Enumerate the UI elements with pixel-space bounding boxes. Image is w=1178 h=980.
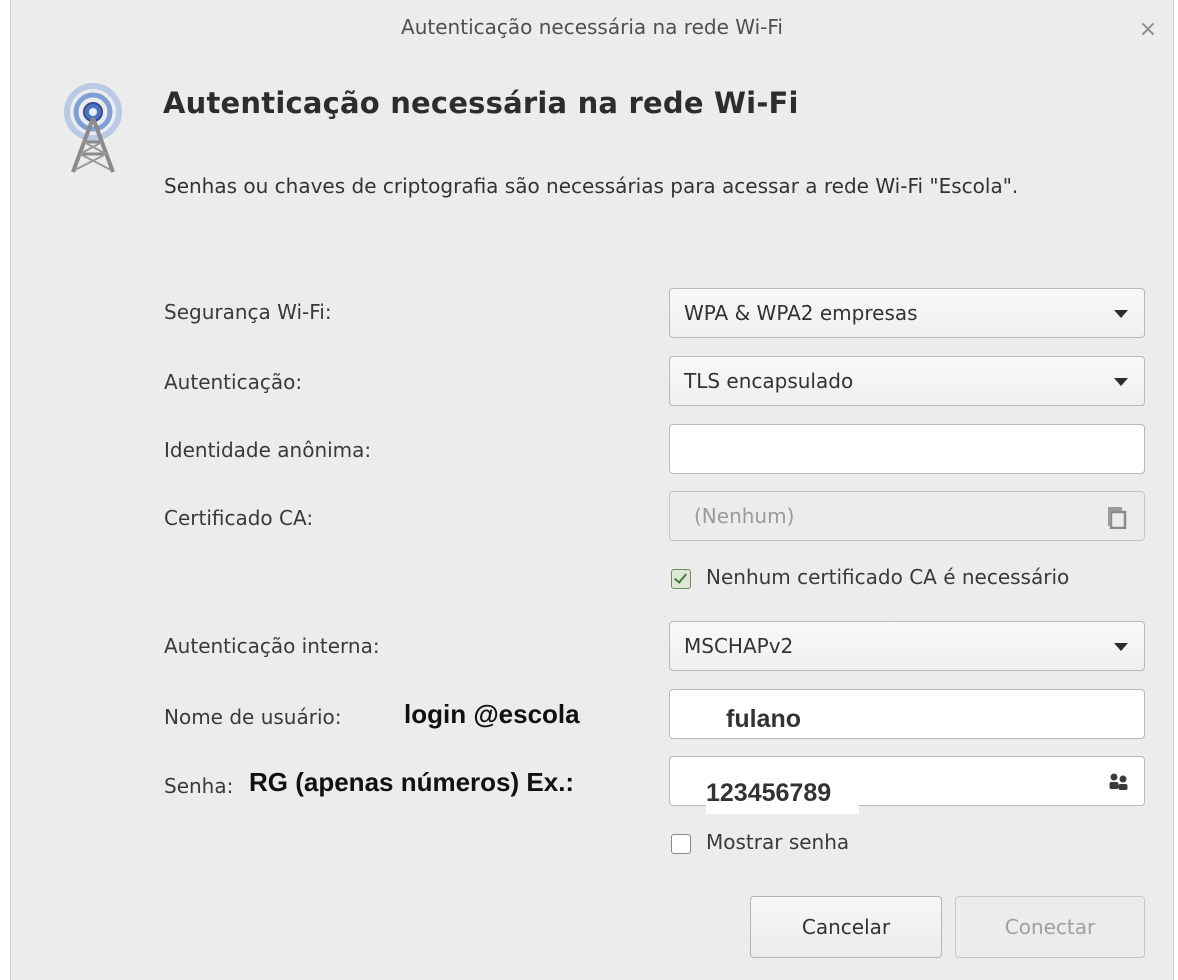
ca-certificate-label: Certificado CA:: [164, 506, 314, 530]
password-label: Senha:: [164, 774, 234, 798]
wifi-security-value: WPA & WPA2 empresas: [684, 301, 918, 325]
anonymous-identity-label: Identidade anônima:: [164, 438, 372, 462]
dialog-heading: Autenticação necessária na rede Wi-Fi: [163, 86, 799, 120]
authentication-label: Autenticação:: [164, 370, 303, 394]
anonymous-identity-input[interactable]: [669, 424, 1145, 474]
password-input[interactable]: 123456789: [669, 756, 1145, 814]
inner-auth-dropdown[interactable]: MSCHAPv2: [669, 621, 1145, 671]
no-ca-required-checkbox[interactable]: [671, 569, 691, 589]
dialog-description: Senhas ou chaves de criptografia são nec…: [164, 174, 1019, 198]
wifi-auth-dialog: Autenticação necessária na rede Wi-Fi × …: [10, 0, 1174, 980]
inner-auth-value: MSCHAPv2: [684, 634, 794, 658]
users-icon[interactable]: [1108, 771, 1130, 791]
no-ca-required-label: Nenhum certificado CA é necessário: [706, 565, 1070, 589]
show-password-checkbox[interactable]: [671, 834, 691, 854]
window-title: Autenticação necessária na rede Wi-Fi: [401, 15, 783, 39]
ca-certificate-value: (Nenhum): [694, 504, 795, 528]
username-value: fulano: [726, 705, 801, 733]
connect-button[interactable]: Conectar: [955, 896, 1145, 958]
chevron-down-icon: [1114, 310, 1128, 318]
password-value: 123456789: [706, 779, 860, 814]
authentication-value: TLS encapsulado: [684, 369, 854, 393]
title-bar: Autenticação necessária na rede Wi-Fi ×: [11, 5, 1173, 53]
document-icon: [1108, 507, 1127, 529]
password-hint-annotation: RG (apenas números) Ex.:: [249, 767, 575, 797]
username-input[interactable]: fulano: [669, 689, 1145, 739]
chevron-down-icon: [1114, 378, 1128, 386]
inner-auth-label: Autenticação interna:: [164, 634, 380, 658]
chevron-down-icon: [1114, 643, 1128, 651]
cancel-button[interactable]: Cancelar: [750, 896, 942, 958]
username-hint-annotation: login @escola: [404, 699, 580, 729]
close-button[interactable]: ×: [1135, 17, 1161, 43]
wifi-antenna-icon: [64, 83, 122, 173]
ca-certificate-chooser[interactable]: (Nenhum): [669, 491, 1145, 541]
wifi-security-dropdown[interactable]: WPA & WPA2 empresas: [669, 288, 1145, 338]
username-label: Nome de usuário:: [164, 705, 342, 729]
wifi-security-label: Segurança Wi-Fi:: [164, 300, 332, 324]
show-password-label: Mostrar senha: [706, 830, 850, 854]
authentication-dropdown[interactable]: TLS encapsulado: [669, 356, 1145, 406]
